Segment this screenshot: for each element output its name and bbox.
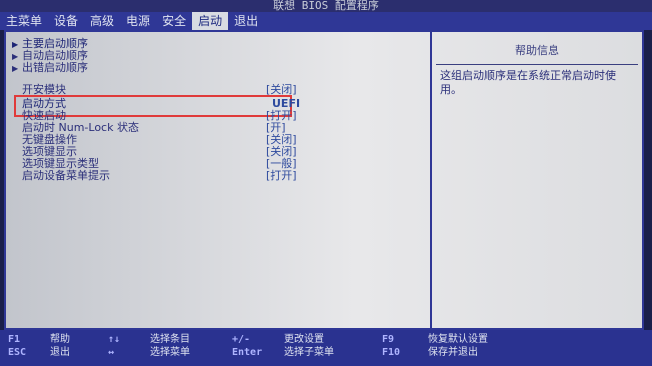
setting-value: [打开] bbox=[266, 169, 297, 182]
key-f9: F9 bbox=[382, 334, 395, 345]
up-down-arrows-icon: ↑↓ bbox=[108, 334, 121, 345]
setting-row[interactable]: 快速启动 [打开] bbox=[22, 110, 322, 121]
tab-devices[interactable]: 设备 bbox=[48, 12, 84, 30]
menu-bar: 主菜单 设备 高级 电源 安全 启动 退出 bbox=[0, 12, 652, 30]
select-menu-desc: 选择菜单 bbox=[150, 347, 190, 358]
select-item: ↑↓ 选择条目 bbox=[108, 334, 190, 345]
tab-startup[interactable]: 启动 bbox=[192, 12, 229, 30]
setting-row[interactable]: 开安模块 [关闭] bbox=[22, 84, 322, 95]
setting-label: 开安模块 bbox=[22, 83, 66, 96]
key-plus-minus: +/- bbox=[232, 334, 251, 345]
restore-defaults: F9 恢复默认设置 bbox=[382, 334, 488, 345]
change-setting: +/- 更改设置 bbox=[232, 334, 324, 345]
submenu-error-boot-sequence[interactable]: ▶ 出错启动顺序 bbox=[12, 62, 172, 74]
restore-defaults-desc: 恢复默认设置 bbox=[428, 334, 488, 345]
pane-divider bbox=[430, 32, 432, 328]
tab-security[interactable]: 安全 bbox=[156, 12, 192, 30]
submenu-list: ▶ 主要启动顺序 ▶ 自动启动顺序 ▶ 出错启动顺序 bbox=[12, 38, 172, 74]
tab-main[interactable]: 主菜单 bbox=[0, 12, 48, 30]
help-title: 帮助信息 bbox=[515, 44, 559, 57]
submenu-arrow-icon: ▶ bbox=[12, 52, 19, 61]
setting-row[interactable]: 启动设备菜单提示 [打开] bbox=[22, 170, 322, 181]
setting-value: UEFI bbox=[272, 97, 301, 110]
bios-title: 联想 BIOS 配置程序 bbox=[0, 0, 652, 12]
help-pane: 帮助信息 这组启动顺序是在系统正常启动时使用。 bbox=[434, 32, 640, 328]
esc-exit: ESC 退出 bbox=[8, 347, 70, 358]
settings-panel: ▶ 主要启动顺序 ▶ 自动启动顺序 ▶ 出错启动顺序 开安模块 [关闭] 启动方式 U… bbox=[4, 30, 644, 330]
tab-advanced[interactable]: 高级 bbox=[84, 12, 120, 30]
setting-value: [关闭] bbox=[266, 133, 297, 146]
select-submenu: Enter 选择子菜单 bbox=[232, 347, 334, 358]
setting-label: 选项键显示类型 bbox=[22, 157, 99, 170]
setting-value: [打开] bbox=[266, 109, 297, 122]
setting-row[interactable]: 无键盘操作 [关闭] bbox=[22, 134, 322, 145]
setting-label: 启动方式 bbox=[22, 97, 66, 110]
save-exit-desc: 保存并退出 bbox=[428, 347, 478, 358]
key-esc: ESC bbox=[8, 347, 27, 358]
setting-row[interactable]: 选项键显示类型 [一般] bbox=[22, 158, 322, 169]
select-item-desc: 选择条目 bbox=[150, 334, 190, 345]
key-f1: F1 bbox=[8, 334, 21, 345]
help-text: 这组启动顺序是在系统正常启动时使用。 bbox=[440, 69, 616, 96]
save-exit: F10 保存并退出 bbox=[382, 347, 478, 358]
setting-value: [关闭] bbox=[266, 83, 297, 96]
help-divider bbox=[436, 64, 638, 65]
setting-value: [开] bbox=[266, 121, 286, 134]
select-submenu-desc: 选择子菜单 bbox=[284, 347, 334, 358]
tab-power[interactable]: 电源 bbox=[120, 12, 156, 30]
settings-pane: ▶ 主要启动顺序 ▶ 自动启动顺序 ▶ 出错启动顺序 开安模块 [关闭] 启动方式 U… bbox=[6, 32, 430, 328]
submenu-arrow-icon: ▶ bbox=[12, 40, 19, 49]
key-legend: F1 帮助 ESC 退出 ↑↓ 选择条目 ↔ 选择菜单 +/- 更改设置 Ent… bbox=[0, 330, 652, 366]
setting-label: 启动时 Num-Lock 状态 bbox=[22, 121, 139, 134]
setting-label: 选项键显示 bbox=[22, 145, 77, 158]
setting-value: [关闭] bbox=[266, 145, 297, 158]
f1-desc: 帮助 bbox=[50, 334, 70, 345]
setting-label: 快速启动 bbox=[22, 109, 66, 122]
setting-row[interactable]: 选项键显示 [关闭] bbox=[22, 146, 322, 157]
submenu-arrow-icon: ▶ bbox=[12, 64, 19, 73]
setting-row[interactable]: 启动时 Num-Lock 状态 [开] bbox=[22, 122, 322, 133]
key-enter: Enter bbox=[232, 347, 263, 358]
setting-label: 启动设备菜单提示 bbox=[22, 169, 110, 182]
change-setting-desc: 更改设置 bbox=[284, 334, 324, 345]
tab-exit[interactable]: 退出 bbox=[228, 12, 264, 30]
setting-label: 无键盘操作 bbox=[22, 133, 77, 146]
select-menu: ↔ 选择菜单 bbox=[108, 347, 190, 358]
f1-help: F1 帮助 bbox=[8, 334, 70, 345]
left-right-arrows-icon: ↔ bbox=[108, 347, 115, 358]
submenu-label: 出错启动顺序 bbox=[22, 61, 88, 74]
key-f10: F10 bbox=[382, 347, 401, 358]
setting-value: [一般] bbox=[266, 157, 297, 170]
esc-desc: 退出 bbox=[50, 347, 70, 358]
setting-row-boot-mode[interactable]: 启动方式 UEFI bbox=[22, 98, 322, 109]
